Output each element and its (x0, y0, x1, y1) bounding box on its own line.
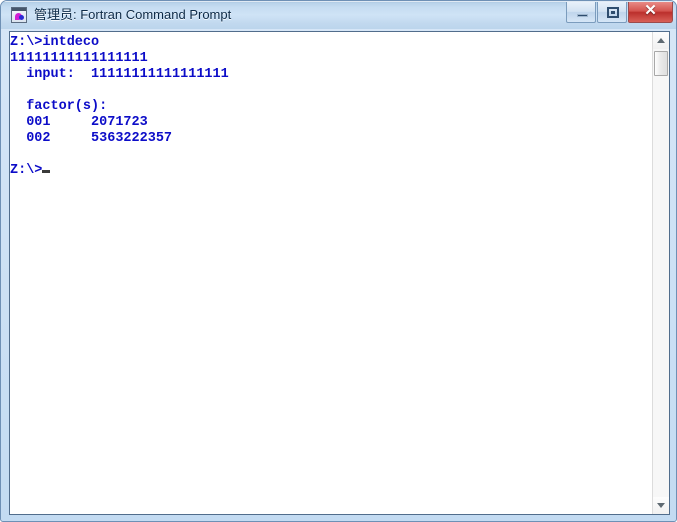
console-line-command: Z:\>intdeco (10, 35, 99, 50)
scrollbar-track[interactable] (653, 49, 669, 497)
console-app-icon[interactable] (11, 7, 27, 23)
scroll-up-button[interactable] (653, 32, 669, 49)
console-line-factor-1: 001 2071723 (10, 115, 148, 130)
console-scrollbar[interactable] (652, 32, 669, 514)
chevron-up-icon (657, 38, 665, 43)
maximize-button[interactable] (597, 2, 627, 23)
block-cursor-icon (42, 170, 50, 173)
maximize-icon-inner (611, 11, 615, 14)
minimize-icon (577, 14, 588, 17)
console-line-input: input: 11111111111111111 (10, 67, 229, 82)
scroll-down-button[interactable] (653, 497, 669, 514)
icon-blob-blue (19, 15, 24, 20)
prompt-text: Z:\> (10, 163, 42, 178)
console-line-echo: 11111111111111111 (10, 51, 148, 66)
minimize-button[interactable] (566, 2, 596, 23)
console-screen[interactable]: Z:\>intdeco 11111111111111111 input: 111… (10, 32, 653, 514)
close-icon: ✕ (629, 2, 672, 21)
console-line-prompt: Z:\> (10, 163, 50, 178)
close-button[interactable]: ✕ (628, 2, 673, 23)
console-line-factor-2: 002 5363222357 (10, 131, 172, 146)
icon-title-stripe (12, 8, 26, 11)
console-client-frame: Z:\>intdeco 11111111111111111 input: 111… (9, 31, 670, 515)
maximize-icon (607, 7, 619, 18)
console-output: Z:\>intdeco 11111111111111111 input: 111… (10, 35, 229, 179)
title-bar[interactable]: 管理员: Fortran Command Prompt ✕ (1, 1, 677, 29)
window-title: 管理员: Fortran Command Prompt (34, 6, 231, 24)
scrollbar-thumb[interactable] (654, 51, 668, 76)
console-line-factors-header: factor(s): (10, 99, 107, 114)
chevron-down-icon (657, 503, 665, 508)
console-window: 管理员: Fortran Command Prompt ✕ Z:\>intdec… (0, 0, 677, 522)
